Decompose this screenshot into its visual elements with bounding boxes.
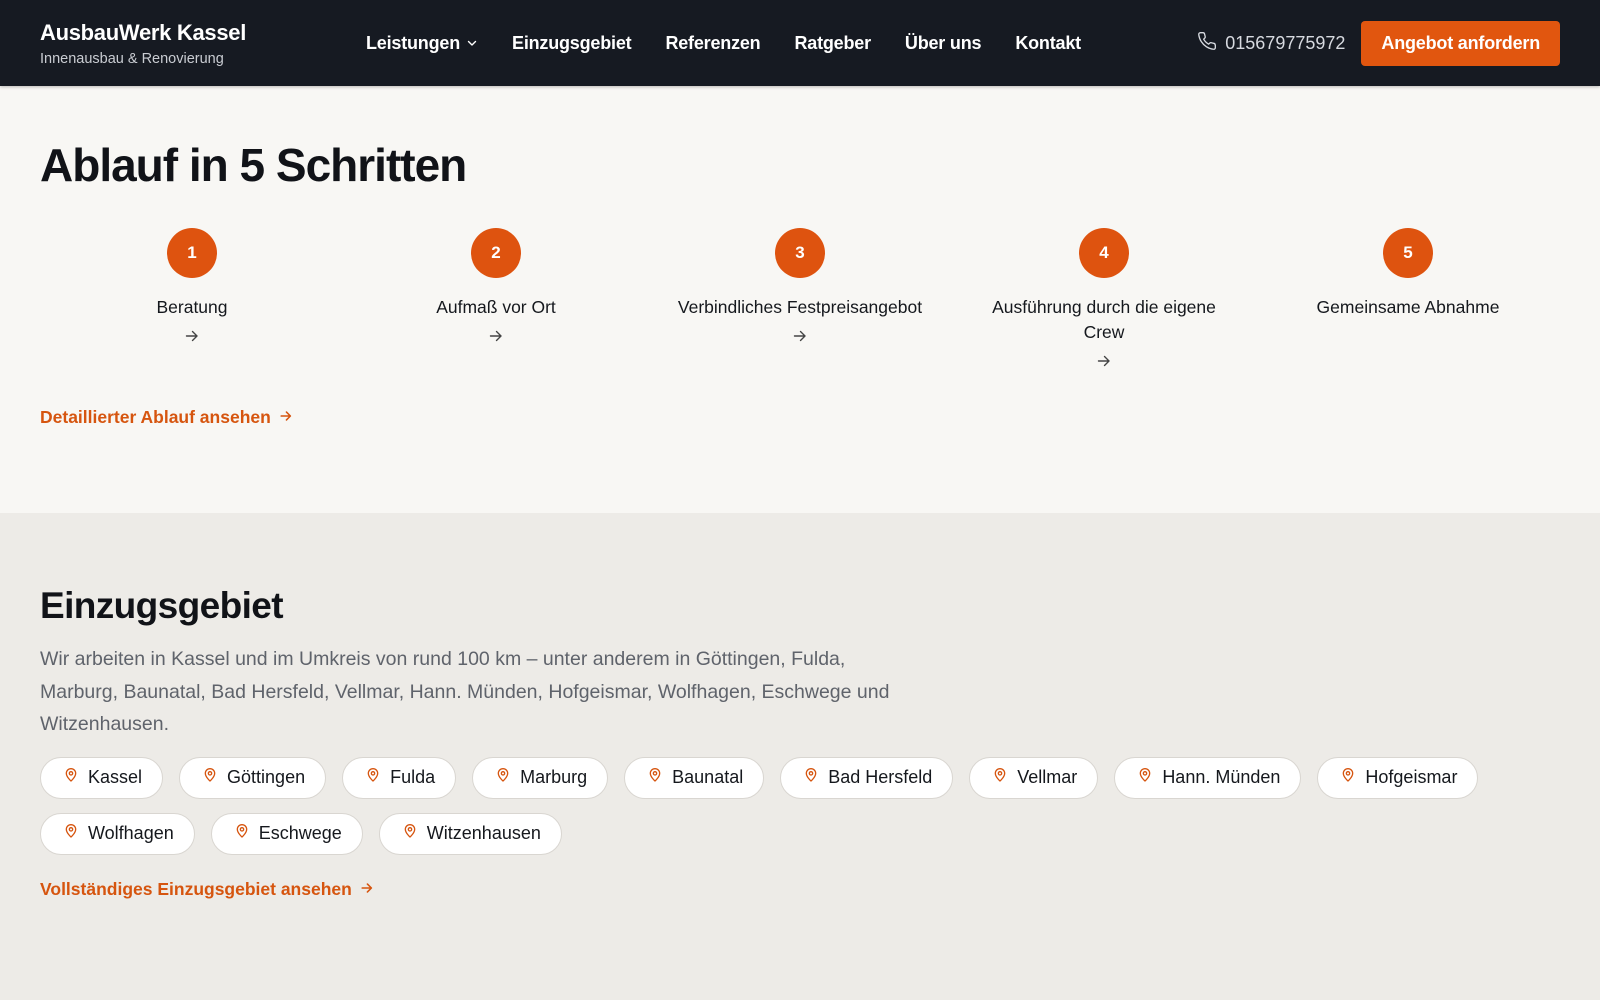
city-chip-label: Vellmar	[1017, 767, 1078, 787]
nav-item-referenzen[interactable]: Referenzen	[665, 33, 760, 54]
city-chip-label: Fulda	[390, 767, 436, 787]
map-pin-icon	[1340, 767, 1365, 788]
city-chip-label: Bad Hersfeld	[828, 767, 933, 787]
city-chip[interactable]: Hann. Münden	[1114, 756, 1302, 799]
map-pin-icon	[1137, 767, 1162, 788]
step-number: 1	[167, 228, 217, 278]
city-chip[interactable]: Witzenhausen	[378, 812, 562, 855]
arrow-right-icon	[184, 326, 200, 346]
city-chip[interactable]: Fulda	[342, 756, 457, 799]
city-chip[interactable]: Bad Hersfeld	[780, 756, 954, 799]
main-nav: Leistungen Einzugsgebiet Referenzen Ratg…	[366, 33, 1115, 54]
site-header: AusbauWerk Kassel Innenausbau & Renovier…	[0, 0, 1600, 86]
brand-name[interactable]: AusbauWerk Kassel	[40, 20, 366, 46]
process-step: 3 Verbindliches Festpreisangebot	[648, 228, 952, 371]
process-steps: 1 Beratung 2 Aufmaß vor Ort 3 Verbindlic…	[40, 228, 1560, 371]
arrow-right-icon	[488, 326, 504, 346]
chevron-down-icon	[466, 37, 478, 49]
nav-item-kontakt[interactable]: Kontakt	[1015, 33, 1081, 54]
city-chip-list: Kassel Göttingen Fulda Marburg Baunatal Bad H…	[40, 756, 1540, 869]
city-chip[interactable]: Kassel	[40, 756, 164, 799]
city-chip[interactable]: Baunatal	[624, 756, 765, 799]
map-pin-icon	[495, 767, 520, 788]
header-actions: 015679775972 Angebot anfordern	[1197, 20, 1560, 66]
map-pin-icon	[202, 767, 227, 788]
process-title: Ablauf in 5 Schritten	[40, 139, 467, 191]
city-chip-label: Hofgeismar	[1365, 767, 1458, 787]
map-pin-icon	[647, 767, 672, 788]
city-chip-label: Göttingen	[227, 767, 306, 787]
map-pin-icon	[63, 767, 88, 788]
brand[interactable]: AusbauWerk Kassel Innenausbau & Renovier…	[40, 20, 366, 67]
city-chip[interactable]: Wolfhagen	[40, 812, 195, 855]
process-step: 4 Ausführung durch die eigene Crew	[952, 228, 1256, 371]
city-chip-label: Wolfhagen	[88, 823, 174, 843]
city-chip-label: Eschwege	[258, 823, 342, 843]
detailed-process-link-label: Detaillierter Ablauf ansehen	[40, 407, 271, 427]
full-service-area-link-label: Vollständiges Einzugsgebiet ansehen	[40, 878, 352, 899]
map-pin-icon	[803, 767, 828, 788]
nav-item-leistungen[interactable]: Leistungen	[366, 33, 478, 54]
map-pin-icon	[365, 767, 390, 788]
city-chip[interactable]: Eschwege	[210, 812, 363, 855]
request-quote-button[interactable]: Angebot anfordern	[1361, 20, 1560, 66]
map-pin-icon	[402, 823, 427, 844]
phone-link[interactable]: 015679775972	[1197, 31, 1345, 56]
service-area-title: Einzugsgebiet	[40, 585, 284, 626]
nav-item-einzugsgebiet[interactable]: Einzugsgebiet	[512, 33, 632, 54]
step-label: Gemeinsame Abnahme	[1316, 297, 1500, 317]
step-label: Verbindliches Festpreisangebot	[677, 297, 923, 317]
map-pin-icon	[63, 823, 88, 844]
step-number: 4	[1079, 228, 1129, 278]
step-number: 5	[1383, 228, 1433, 278]
phone-icon	[1197, 31, 1225, 56]
step-number: 2	[471, 228, 521, 278]
map-pin-icon	[234, 823, 259, 844]
city-chip[interactable]: Göttingen	[179, 756, 327, 799]
nav-item-ratgeber[interactable]: Ratgeber	[794, 33, 871, 54]
arrow-right-icon	[271, 407, 293, 428]
full-service-area-link[interactable]: Vollständiges Einzugsgebiet ansehen	[40, 879, 374, 900]
arrow-right-icon	[1096, 351, 1112, 371]
city-chip[interactable]: Hofgeismar	[1317, 756, 1479, 799]
arrow-right-icon	[352, 879, 374, 900]
step-label: Beratung	[156, 297, 228, 317]
nav-item-ueber-uns[interactable]: Über uns	[905, 33, 982, 54]
city-chip[interactable]: Vellmar	[969, 756, 1099, 799]
service-area-section: Einzugsgebiet Wir arbeiten in Kassel und…	[0, 513, 1600, 1000]
brand-tagline: Innenausbau & Renovierung	[40, 50, 224, 67]
city-chip-label: Witzenhausen	[426, 823, 541, 843]
process-step: 1 Beratung	[40, 228, 344, 371]
city-chip-label: Kassel	[88, 767, 143, 787]
process-step: 5 Gemeinsame Abnahme	[1256, 228, 1560, 371]
arrow-right-icon	[792, 326, 808, 346]
nav-item-label: Leistungen	[366, 32, 461, 53]
step-number: 3	[775, 228, 825, 278]
city-chip-label: Marburg	[520, 767, 588, 787]
city-chip-label: Baunatal	[672, 767, 744, 787]
step-label: Ausführung durch die eigene Crew	[992, 297, 1216, 342]
city-chip[interactable]: Marburg	[472, 756, 609, 799]
service-area-description: Wir arbeiten in Kassel und im Umkreis vo…	[40, 648, 890, 735]
city-chip-label: Hann. Münden	[1162, 767, 1281, 787]
process-section: Ablauf in 5 Schritten 1 Beratung 2 Aufma…	[0, 86, 1600, 513]
process-step: 2 Aufmaß vor Ort	[344, 228, 648, 371]
step-label: Aufmaß vor Ort	[436, 297, 556, 317]
phone-number: 015679775972	[1225, 32, 1346, 53]
detailed-process-link[interactable]: Detaillierter Ablauf ansehen	[40, 407, 293, 428]
map-pin-icon	[992, 767, 1017, 788]
